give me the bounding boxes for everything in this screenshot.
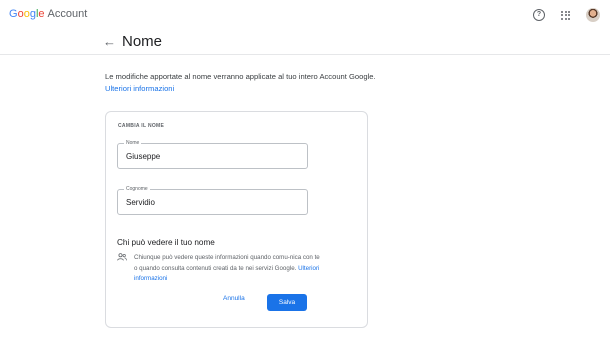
save-button[interactable]: Salva	[267, 294, 307, 311]
intro-description: Le modifiche apportate al nome verranno …	[105, 72, 376, 81]
last-name-label: Cognome	[124, 186, 150, 192]
section-label: CAMBIA IL NOME	[118, 123, 165, 129]
top-bar: Google Account ?	[0, 0, 610, 30]
first-name-field[interactable]: Nome	[117, 140, 308, 169]
visibility-description: Chiunque può vedere queste informazioni …	[134, 253, 324, 285]
cancel-button[interactable]: Annulla	[223, 295, 245, 302]
page-title: Nome	[122, 33, 163, 50]
first-name-label: Nome	[124, 140, 142, 146]
logo-letter: G	[9, 8, 18, 20]
apps-grid-icon[interactable]	[561, 10, 570, 20]
avatar[interactable]	[586, 8, 600, 22]
visibility-text: Chiunque può vedere queste informazioni …	[134, 254, 320, 272]
logo-suffix: Account	[47, 8, 88, 20]
header-divider	[0, 54, 610, 55]
last-name-field[interactable]: Cognome	[117, 186, 308, 215]
learn-more-link[interactable]: Ulteriori informazioni	[105, 84, 174, 93]
people-icon	[117, 253, 127, 261]
help-icon[interactable]: ?	[533, 9, 545, 21]
google-account-logo[interactable]: Google Account	[9, 8, 87, 20]
last-name-input[interactable]	[126, 198, 296, 207]
first-name-input[interactable]	[126, 152, 296, 161]
visibility-title: Chi può vedere il tuo nome	[117, 238, 215, 247]
back-arrow-icon[interactable]: ←	[103, 35, 116, 49]
intro-text: Le modifiche apportate al nome verranno …	[105, 71, 385, 95]
logo-letter: e	[38, 8, 45, 20]
name-form-card: CAMBIA IL NOME Nome Cognome Chi può vede…	[105, 111, 368, 328]
